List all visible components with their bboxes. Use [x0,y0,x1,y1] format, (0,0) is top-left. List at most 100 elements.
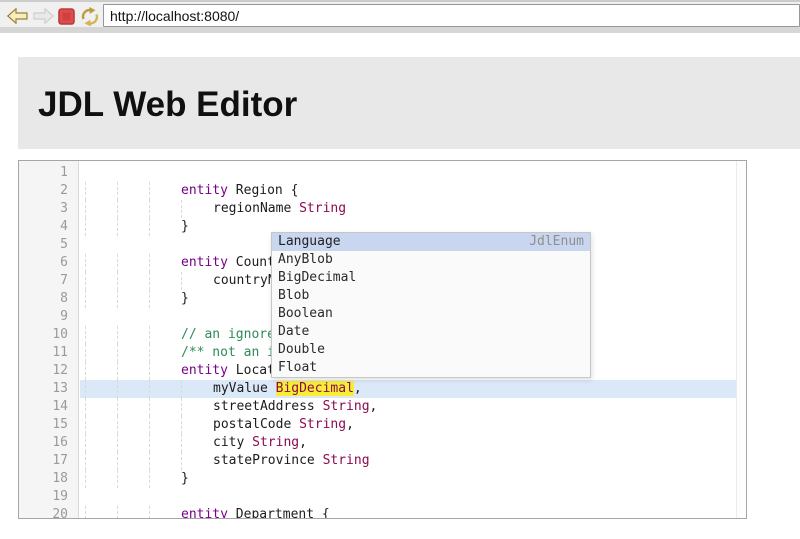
line-number: 12 [19,362,78,380]
code-token: regionName [213,201,299,216]
code-line[interactable]: entity Department { [80,506,746,518]
indent-guide [149,452,181,470]
line-number: 14 [19,398,78,416]
code-line[interactable]: city String, [80,434,746,452]
line-number: 11 [19,344,78,362]
code-line[interactable]: streetAddress String, [80,398,746,416]
code-line[interactable]: postalCode String, [80,416,746,434]
indent-guide [117,290,149,308]
back-button[interactable] [7,8,28,29]
highlighted-token: BigDecimal [276,381,354,396]
indent-guide [117,380,149,398]
forward-arrow-icon [33,8,54,24]
line-number-gutter: 1234567891011121314151617181920 [19,161,79,518]
code-token: Region { [228,183,298,198]
indent-guide [149,398,181,416]
autocomplete-item[interactable]: BigDecimal [272,269,590,287]
indent-guide [85,398,117,416]
code-editor[interactable]: 1234567891011121314151617181920 entity R… [18,160,747,519]
code-token: String [299,417,346,432]
code-token: String [323,453,370,468]
indent-guide [117,362,149,380]
line-number: 4 [19,218,78,236]
code-token: myValue [213,381,276,396]
line-number: 7 [19,272,78,290]
autocomplete-item[interactable]: Boolean [272,305,590,323]
code-line[interactable]: stateProvince String [80,452,746,470]
stop-button[interactable] [58,8,75,30]
editor-scrollbar[interactable] [736,161,746,518]
indent-guide [181,416,213,434]
browser-toolbar [0,0,800,33]
autocomplete-popup: Language JdlEnum AnyBlobBigDecimalBlobBo… [271,232,591,378]
code-line[interactable] [80,488,746,506]
indent-guide [149,470,181,488]
autocomplete-item-selected[interactable]: Language JdlEnum [272,233,590,251]
forward-button[interactable] [33,8,54,29]
line-number: 3 [19,200,78,218]
indent-guide [181,434,213,452]
indent-guide [85,344,117,362]
indent-guide [149,416,181,434]
indent-guide [85,326,117,344]
indent-guide [117,200,149,218]
indent-guide [85,254,117,272]
indent-guide [85,200,117,218]
autocomplete-selected-label: Language [278,233,341,251]
code-token: String [299,201,346,216]
autocomplete-item[interactable]: Blob [272,287,590,305]
line-number: 1 [19,164,78,182]
indent-guide [85,506,117,518]
line-number: 13 [19,380,78,398]
code-token: city [213,435,252,450]
line-number: 15 [19,416,78,434]
code-token: postalCode [213,417,299,432]
indent-guide [149,362,181,380]
code-token: entity [181,507,228,518]
autocomplete-item[interactable]: AnyBlob [272,251,590,269]
line-number: 2 [19,182,78,200]
indent-guide [149,272,181,290]
code-line[interactable]: myValue BigDecimal, [80,380,746,398]
indent-guide [85,290,117,308]
line-number: 18 [19,470,78,488]
indent-guide [85,470,117,488]
indent-guide [85,272,117,290]
indent-guide [149,290,181,308]
indent-guide [117,218,149,236]
line-number: 9 [19,308,78,326]
code-line[interactable]: entity Region { [80,182,746,200]
code-token: } [181,471,189,486]
indent-guide [117,434,149,452]
line-number: 8 [19,290,78,308]
autocomplete-item[interactable]: Double [272,341,590,359]
indent-guide [181,272,213,290]
indent-guide [149,200,181,218]
url-input[interactable] [103,4,800,27]
indent-guide [117,506,149,518]
autocomplete-item[interactable]: Date [272,323,590,341]
code-token: String [323,399,370,414]
line-number: 5 [19,236,78,254]
refresh-icon [80,6,100,27]
indent-guide [149,434,181,452]
code-token: entity [181,183,228,198]
line-number: 16 [19,434,78,452]
indent-guide [85,182,117,200]
indent-guide [181,380,213,398]
autocomplete-item[interactable]: Float [272,359,590,377]
line-number: 20 [19,506,78,519]
autocomplete-item-list: AnyBlobBigDecimalBlobBooleanDateDoubleFl… [272,251,590,377]
code-line[interactable] [80,164,746,182]
page-header: JDL Web Editor [18,57,800,149]
indent-guide [181,200,213,218]
indent-guide [181,452,213,470]
code-line[interactable]: regionName String [80,200,746,218]
code-token: entity [181,363,228,378]
code-token: } [181,219,189,234]
code-line[interactable]: } [80,470,746,488]
indent-guide [181,398,213,416]
indent-guide [149,344,181,362]
indent-guide [117,470,149,488]
refresh-button[interactable] [80,6,100,32]
